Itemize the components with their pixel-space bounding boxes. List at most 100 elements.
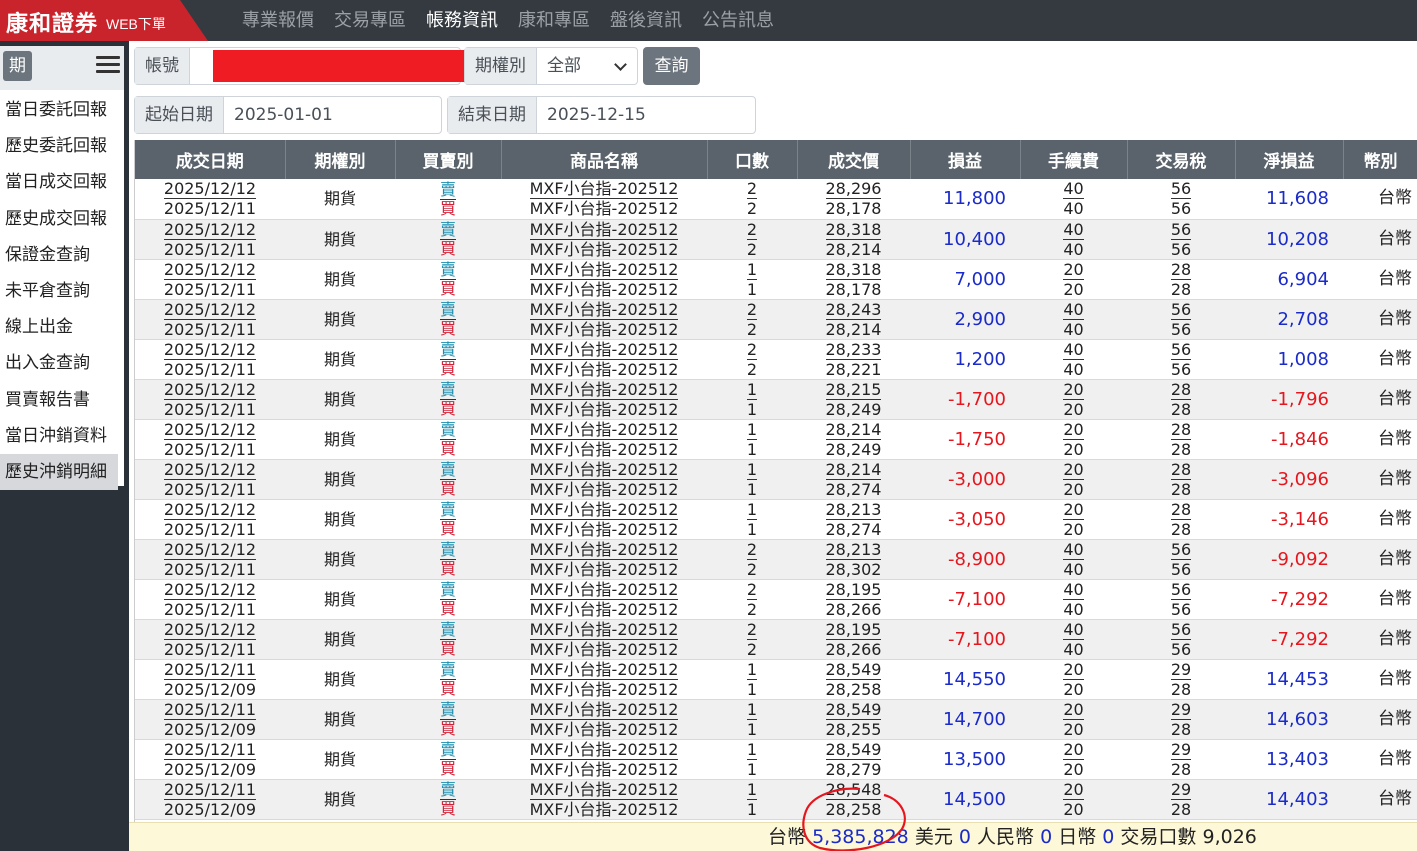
table-row[interactable]: 2025/12/11 2025/12/09 期貨賣買 MXF小台指-202512 MXF… [135,699,1417,740]
table-row[interactable]: 2025/12/12 2025/12/11 期貨賣買 MXF小台指-202512 MXF… [135,179,1417,220]
table-row[interactable]: 2025/12/12 2025/12/11 期貨賣買 MXF小台指-202512 MXF… [135,499,1417,540]
table-row[interactable]: 2025/12/11 2025/12/09 期貨賣買 MXF小台指-202512 MXF… [135,659,1417,700]
type-select[interactable]: 期權別 全部 [464,47,638,85]
query-button[interactable]: 查詢 [643,47,700,85]
buy-sell-cell: 賣買 [395,179,501,220]
cell-top: 2 [746,339,758,360]
cell-bottom: 28,214 [825,239,882,259]
table-row[interactable]: 2025/12/12 2025/12/11 期貨賣買 MXF小台指-202512 MXF… [135,459,1417,500]
table-row[interactable]: 2025/12/12 2025/12/11 期貨賣買 MXF小台指-202512 MXF… [135,259,1417,300]
cell-top: MXF小台指-202512 [529,179,679,200]
sidebar-item-4[interactable]: 保證金查詢 [0,237,124,273]
sidebar-item-9[interactable]: 當日沖銷資料 [0,418,124,454]
cell: 40 40 [1020,299,1127,340]
buy-label: 買 [439,799,456,818]
table-row[interactable]: 2025/12/12 2025/12/11 期貨賣買 MXF小台指-202512 MXF… [135,579,1417,620]
sidebar-item-8[interactable]: 買賣報告書 [0,382,124,418]
brand-logo[interactable]: 康和證券 WEB下單 [0,0,208,41]
cell: 28,296 28,178 [797,179,910,220]
end-date-value[interactable]: 2025-12-15 [537,97,656,133]
table-row[interactable]: 2025/12/12 2025/12/11 期貨賣買 MXF小台指-202512 MXF… [135,379,1417,420]
pl-cell: 14,550 [910,659,1020,700]
pl-cell: 14,500 [910,779,1020,820]
sidebar-item-1[interactable]: 歷史委託回報 [0,128,124,164]
sidebar-item-6[interactable]: 線上出金 [0,309,124,345]
cell: 28,213 28,302 [797,539,910,580]
sidebar-item-2[interactable]: 當日成交回報 [0,164,124,200]
table-row[interactable]: 2025/12/12 2025/12/11 期貨賣買 MXF小台指-202512 MXF… [135,299,1417,340]
currency-cell: 台幣 [1343,699,1417,740]
usd-label: 美元 [914,826,953,848]
cell: 29 28 [1127,739,1235,780]
cell: 28,549 28,255 [797,699,910,740]
column-header-0[interactable]: 成交日期 [135,140,286,179]
type-value[interactable]: 全部 [537,48,635,84]
nav-item-0[interactable]: 專業報價 [232,0,324,41]
table-row[interactable]: 2025/12/12 2025/12/11 期貨賣買 MXF小台指-202512 MXF… [135,619,1417,660]
table-row[interactable]: 2025/12/11 2025/12/09 期貨賣買 MXF小台指-202512 MXF… [135,779,1417,820]
column-header-4[interactable]: 口數 [707,140,798,179]
cell-top: 2025/12/12 [163,619,257,640]
column-header-7[interactable]: 手續費 [1020,140,1128,179]
nav-item-5[interactable]: 公告訊息 [692,0,784,41]
cell-top: 28,213 [825,499,882,520]
cell-bottom: 2025/12/09 [163,719,257,739]
cell-top: MXF小台指-202512 [529,379,679,400]
twd-label: 台幣 [768,826,807,848]
nav-item-2[interactable]: 帳務資訊 [416,0,508,41]
cell-bottom: 40 [1063,639,1084,659]
nav-item-1[interactable]: 交易專區 [324,0,416,41]
buy-label: 買 [439,479,456,498]
sell-label: 賣 [439,780,456,800]
jpy-total: 0 [1102,826,1115,848]
column-header-1[interactable]: 期權別 [285,140,396,179]
cell-top: 2 [746,619,758,640]
column-header-6[interactable]: 損益 [910,140,1021,179]
start-date-value[interactable]: 2025-01-01 [224,97,343,133]
sidebar-panel: 期 當日委託回報 歷史委託回報 當日成交回報 歷史成交回報 保證金查詢 未平倉查詢 線上出金… [0,46,124,491]
net-pl-cell: -9,092 [1235,539,1343,580]
cell: 29 28 [1127,699,1235,740]
cell-top: 1 [746,259,758,280]
cell-bottom: 28,255 [825,719,882,739]
column-header-5[interactable]: 成交價 [797,140,911,179]
cell-top: 2025/12/12 [163,419,257,440]
nav-item-3[interactable]: 康和專區 [508,0,600,41]
cell: 56 56 [1127,299,1235,340]
sidebar-item-7[interactable]: 出入金查詢 [0,345,124,381]
column-header-2[interactable]: 買賣別 [395,140,502,179]
cell-top: 20 [1063,699,1084,720]
column-header-8[interactable]: 交易稅 [1127,140,1236,179]
cell-bottom: 2025/12/11 [163,399,257,419]
cell: MXF小台指-202512 MXF小台指-202512 [501,579,707,620]
sidebar-item-5[interactable]: 未平倉查詢 [0,273,124,309]
account-field[interactable]: 帳號 [134,47,466,85]
cell-top: MXF小台指-202512 [529,579,679,600]
nav-item-4[interactable]: 盤後資訊 [600,0,692,41]
end-date-field[interactable]: 結束日期 2025-12-15 [447,96,756,134]
sidebar-item-10[interactable]: 歷史沖銷明細 [0,453,118,491]
cell-top: 28,195 [825,619,882,640]
cell-top: 2 [746,179,758,200]
cell-top: 28,549 [825,659,882,680]
sidebar-item-3[interactable]: 歷史成交回報 [0,201,124,237]
table-row[interactable]: 2025/12/12 2025/12/11 期貨賣買 MXF小台指-202512 MXF… [135,219,1417,260]
column-header-10[interactable]: 幣別 [1343,140,1417,179]
sidebar-item-0[interactable]: 當日委託回報 [0,92,124,128]
table-row[interactable]: 2025/12/11 2025/12/09 期貨賣買 MXF小台指-202512 MXF… [135,739,1417,780]
table-row[interactable]: 2025/12/12 2025/12/11 期貨賣買 MXF小台指-202512 MXF… [135,539,1417,580]
table-row[interactable]: 2025/12/12 2025/12/11 期貨賣買 MXF小台指-202512 MXF… [135,339,1417,380]
results-table-wrap[interactable]: 成交日期 期權別 買賣別 商品名稱 口數 成交價 損益 手續費 交易稅 淨損益 幣別 2025/12… [134,140,1417,822]
type-cell: 期貨 [285,179,395,220]
buy-sell-cell: 賣買 [395,659,501,700]
start-date-field[interactable]: 起始日期 2025-01-01 [134,96,442,134]
table-row[interactable]: 2025/12/12 2025/12/11 期貨賣買 MXF小台指-202512 MXF… [135,419,1417,460]
cell-top: 1 [746,699,758,720]
column-header-9[interactable]: 淨損益 [1235,140,1344,179]
buy-sell-cell: 賣買 [395,779,501,820]
column-header-3[interactable]: 商品名稱 [501,140,708,179]
cell-top: 1 [746,459,758,480]
futures-tag[interactable]: 期 [3,51,32,81]
menu-icon[interactable] [96,56,120,74]
cell-top: MXF小台指-202512 [529,739,679,760]
